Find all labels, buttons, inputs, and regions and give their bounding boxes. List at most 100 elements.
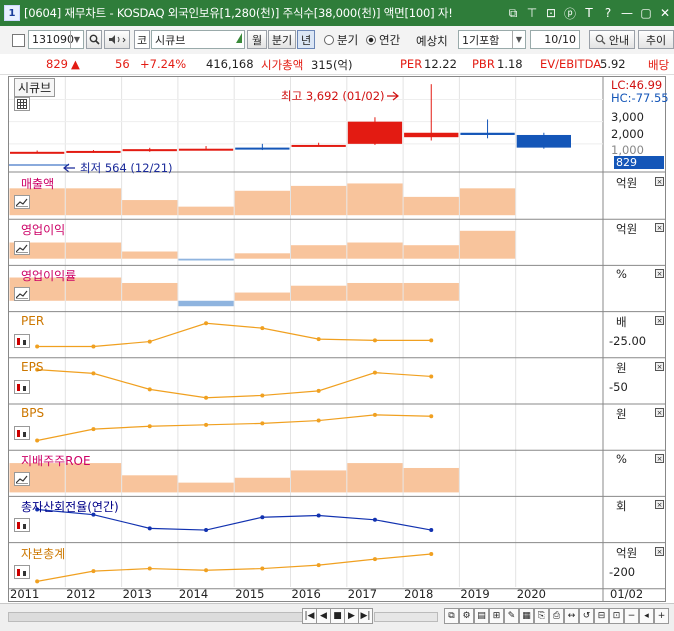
scroll-right-icon[interactable]: ▶ xyxy=(344,608,359,624)
indicator-point xyxy=(147,387,152,392)
page-counter[interactable]: 10/10 xyxy=(530,30,580,49)
stop-icon[interactable]: ■ xyxy=(330,608,345,624)
panel-close-icon[interactable]: × xyxy=(655,361,664,371)
panel-close-icon[interactable]: × xyxy=(655,223,664,233)
view-toggle-icon[interactable]: ⧉ xyxy=(444,608,459,624)
panel-close-icon[interactable]: × xyxy=(655,269,664,279)
indicator-chart-icon[interactable] xyxy=(14,287,30,302)
window-top-icon[interactable]: ⊤ xyxy=(523,4,541,22)
panel-title-roe: 지배주주ROE xyxy=(21,454,91,469)
up-arrow-icon: ▲ xyxy=(71,57,80,71)
zoom-reset-icon[interactable]: ◂ xyxy=(639,608,654,624)
ev-label: EV/EBITDA xyxy=(540,57,602,71)
search-icon[interactable] xyxy=(86,30,102,49)
window-restore-icon[interactable]: ⧉ xyxy=(504,4,522,22)
radio-quarter[interactable]: 분기 xyxy=(324,30,366,49)
fit-icon[interactable]: ↔ xyxy=(564,608,579,624)
indicator-chart-icon[interactable] xyxy=(14,195,30,209)
indicator-chart-icon[interactable] xyxy=(14,472,30,487)
price-change-pct: +7.24% xyxy=(140,57,187,71)
indicator-bar xyxy=(347,463,403,493)
scroll-left-end-icon[interactable]: |◀ xyxy=(302,608,317,624)
per-label: PER xyxy=(400,57,423,71)
monthly-button[interactable]: 월 xyxy=(247,30,267,49)
panel-title-bps: BPS xyxy=(21,406,45,420)
panel-close-icon[interactable]: × xyxy=(655,546,664,556)
indicator-chart-icon[interactable] xyxy=(14,241,30,256)
close-icon[interactable]: ✕ xyxy=(656,4,674,22)
indicator-point xyxy=(372,557,377,562)
zoom-out-icon[interactable]: − xyxy=(624,608,639,624)
grid-toggle-icon[interactable]: ⊡ xyxy=(609,608,624,624)
window-fix-icon[interactable]: ⓟ xyxy=(561,4,579,22)
indicator-bar xyxy=(234,253,290,259)
window-pin-icon[interactable]: ⊡ xyxy=(542,4,560,22)
candle-body xyxy=(235,147,290,150)
tick-3000: 3,000 xyxy=(611,110,644,124)
panel-close-icon[interactable]: × xyxy=(655,177,664,186)
zoom-in-icon[interactable]: + xyxy=(654,608,669,624)
forecast-select[interactable]: 1기포함 ▼ xyxy=(458,30,526,49)
indicator-bar xyxy=(459,188,516,216)
indicator-point xyxy=(429,338,434,343)
add-button[interactable]: 추이 xyxy=(638,30,674,49)
stock-name-field[interactable]: 시큐브 xyxy=(151,30,245,49)
x-tick-label: 2014 xyxy=(178,587,209,601)
panel-close-icon[interactable]: × xyxy=(655,500,664,510)
panel-close-icon[interactable]: × xyxy=(655,454,664,464)
indicator-chart-icon[interactable] xyxy=(14,426,30,440)
indicator-point xyxy=(204,422,209,427)
export-icon[interactable]: ⎘ xyxy=(534,608,549,624)
chart-area[interactable]: 시큐브 최고 3,692 (01/02) 최저 564 (12/21) LC:4… xyxy=(8,76,669,602)
layout-icon[interactable]: ▦ xyxy=(519,608,534,624)
x-tick-label: 2018 xyxy=(404,587,434,601)
candle-body xyxy=(460,132,515,135)
panel-close-icon[interactable]: × xyxy=(655,408,664,417)
link-checkbox[interactable] xyxy=(12,34,25,47)
quarter-button[interactable]: 분기 xyxy=(268,30,296,49)
scroll-right-end-icon[interactable]: ▶| xyxy=(358,608,373,624)
guide-button[interactable]: 안내 xyxy=(589,30,635,49)
indicator-bar xyxy=(347,183,403,216)
settings-icon[interactable]: ⚙ xyxy=(459,608,474,624)
indicator-point xyxy=(372,370,377,375)
zoom-slider[interactable] xyxy=(374,612,438,622)
indicator-chart-icon[interactable] xyxy=(14,379,30,394)
indicator-bar xyxy=(291,470,347,493)
indicator-bar xyxy=(403,196,459,216)
scroll-left-icon[interactable]: ◀ xyxy=(316,608,331,624)
minimize-icon[interactable]: — xyxy=(618,4,636,22)
indicator-bar xyxy=(403,282,459,301)
horizontal-scrollbar[interactable] xyxy=(8,612,304,622)
x-tick-label: 2011 xyxy=(10,587,40,601)
indicator-icon[interactable]: ▤ xyxy=(474,608,489,624)
print-icon[interactable]: ⎙ xyxy=(549,608,564,624)
restore-view-icon[interactable]: ↺ xyxy=(579,608,594,624)
stock-code-input[interactable]: 131090 ▼ xyxy=(28,30,84,49)
help-icon[interactable]: ? xyxy=(599,4,617,22)
overlay-icon[interactable]: ⊞ xyxy=(489,608,504,624)
year-button[interactable]: 년 xyxy=(297,30,315,49)
indicator-chart-icon[interactable] xyxy=(14,518,30,533)
maximize-icon[interactable]: ▢ xyxy=(637,4,655,22)
indicator-point xyxy=(35,344,40,349)
indicator-point xyxy=(429,414,434,419)
window-text-icon[interactable]: T xyxy=(580,4,598,22)
split-icon[interactable]: ⊟ xyxy=(594,608,609,624)
candle-body xyxy=(66,150,121,153)
indicator-chart-icon[interactable] xyxy=(14,333,30,348)
draw-icon[interactable]: ✎ xyxy=(504,608,519,624)
panel-close-icon[interactable]: × xyxy=(655,315,664,325)
indicator-bar xyxy=(234,292,290,301)
sound-icon[interactable] xyxy=(104,30,130,49)
indicator-chart-icon[interactable] xyxy=(14,564,30,579)
x-tick-label: 2020 xyxy=(516,587,546,601)
indicator-point xyxy=(204,395,209,400)
current-price-tag: 829 xyxy=(614,156,664,169)
dropdown-arrow-icon[interactable]: ▼ xyxy=(70,31,83,48)
low-annotation: 최저 564 (12/21) xyxy=(80,161,173,175)
grid-icon[interactable] xyxy=(14,97,30,111)
radio-annual[interactable]: 연간 xyxy=(366,30,410,49)
indicator-point xyxy=(204,528,209,533)
indicator-point xyxy=(429,374,434,379)
